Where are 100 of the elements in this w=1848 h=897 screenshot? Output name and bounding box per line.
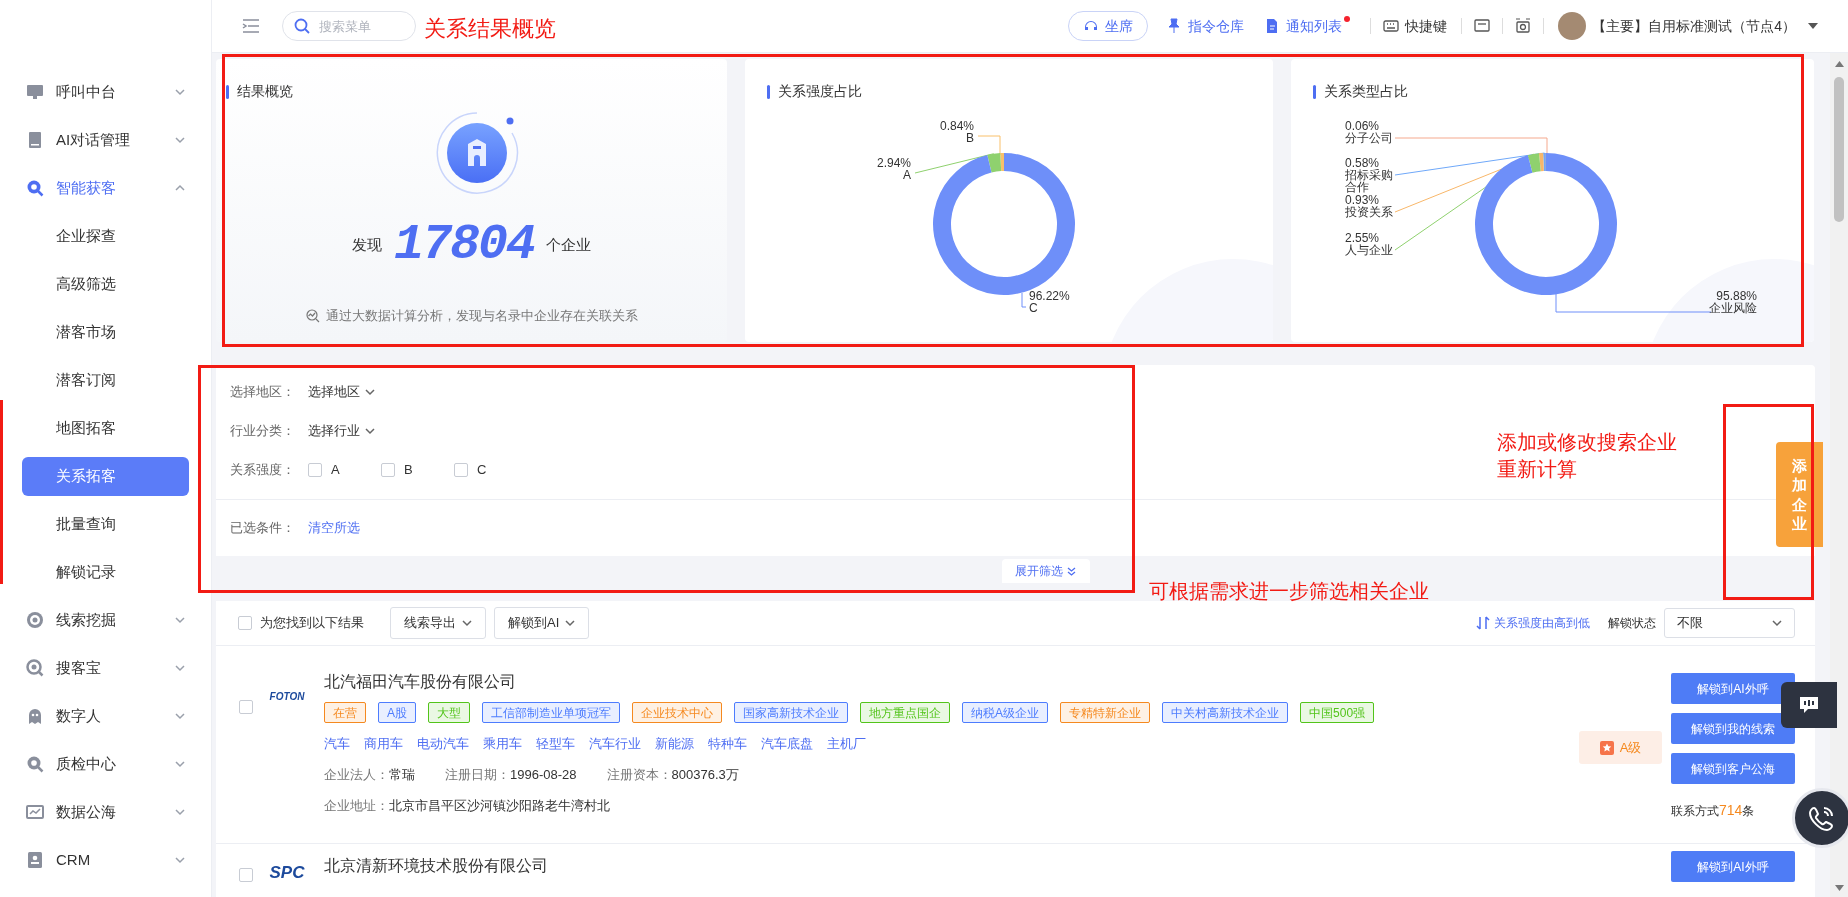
analysis-icon [305,308,320,323]
data-label: 0.84% [939,119,974,133]
sidebar-subitem[interactable]: 批量查询 [22,504,189,544]
chevron-icon [175,712,185,720]
checkbox-label[interactable]: B [404,460,428,480]
sort-button[interactable]: 关系强度由高到低 [1476,614,1590,632]
sidebar-subitem[interactable]: 潜客订阅 [22,360,189,400]
sidebar-item[interactable]: AI对话管理 [0,116,211,164]
caption: 通过大数据计算分析，发现与名录中企业存在关联关系 [325,307,638,325]
search-field[interactable]: 搜索菜单 [282,11,416,41]
sidebar-item[interactable]: 数据公海 [0,788,211,836]
keyword-link[interactable]: 商用车 [364,734,403,754]
sidebar-subitem[interactable]: 企业探查 [22,216,189,256]
scroll-up-icon[interactable] [1834,61,1844,67]
checkbox[interactable] [239,700,253,714]
checkbox[interactable] [454,463,468,477]
tag: 专精特新企业 [1060,702,1151,723]
message-icon [1799,696,1819,714]
filter-label: 选择地区： [230,383,296,402]
sidebar-subitem[interactable]: 潜客市场 [22,312,189,352]
chat-button[interactable] [1781,682,1837,728]
dropdown-button[interactable]: 线索导出 [390,607,486,639]
keyword-link[interactable]: 电动汽车 [417,734,469,754]
sidebar-item[interactable]: 数字人 [0,692,211,740]
checkbox[interactable] [381,463,395,477]
keyword-link[interactable]: 汽车行业 [589,734,641,754]
data-label: 2.55% [1345,231,1380,245]
chevron-icon [462,619,472,627]
double-chevron-icon [1067,566,1076,576]
sidebar-item[interactable]: CRM [0,836,211,884]
avatar[interactable] [1558,12,1587,40]
sidebar-item[interactable]: 线索挖掘 [0,596,211,644]
user-name[interactable]: 【主要】自用标准测试（节点4） [1592,15,1796,37]
filter-label: 解锁状态 [1608,615,1656,632]
keyword-link[interactable]: 主机厂 [827,734,866,754]
filter-label: 关系强度： [230,461,296,480]
sidebar-subitem[interactable]: 高级筛选 [22,264,189,304]
unlock-button[interactable]: 解锁到我的线索 [1671,713,1795,744]
keyword-link[interactable]: 汽车底盘 [761,734,813,754]
checkbox-label[interactable]: A [331,460,355,480]
sidebar-item[interactable]: 呼叫中台 [0,68,211,116]
checkbox[interactable] [308,463,322,477]
camera-icon [1515,18,1532,34]
keyword-link[interactable]: 乘用车 [483,734,522,754]
sort-icon [1476,616,1490,630]
toolbar-button[interactable]: 快捷键 [1383,13,1448,39]
category-label: A [903,168,911,182]
field-value: 1996-08-28 [510,765,577,784]
keyword-link[interactable]: 特种车 [708,734,747,754]
toolbar-button[interactable]: 通知列表 [1264,13,1351,39]
dropdown-button[interactable]: 解锁到AI [494,607,590,639]
field-value: 800376.3万 [671,765,739,784]
data-label: 0.06% [1345,119,1380,133]
checkbox[interactable] [239,868,253,882]
phone-icon [1808,804,1836,832]
company-name[interactable]: 北京清新环境技术股份有限公司 [324,854,1671,876]
monitor-icon [26,83,44,101]
tag: 企业技术中心 [632,702,722,723]
region-dropdown[interactable]: 选择行业 [308,421,375,441]
search-icon [26,755,44,773]
search-icon [26,179,44,197]
unlock-button[interactable]: 解锁到AI外呼 [1671,673,1795,704]
unlock-button[interactable]: 解锁到客户公海 [1671,753,1795,784]
checkbox[interactable] [238,616,252,630]
tag: 纳税A级企业 [962,702,1049,723]
category-label: B [966,131,974,145]
expand-filter-button[interactable]: 展开筛选 [1001,559,1090,583]
chevron-icon [365,427,375,435]
sidebar-subitem[interactable]: 关系拓客 [22,456,189,496]
card-title: 关系强度占比 [778,82,862,101]
region-dropdown[interactable]: 选择地区 [308,382,375,402]
checkbox-label[interactable]: C [477,460,501,480]
keyword-link[interactable]: 新能源 [655,734,694,754]
sidebar-item[interactable]: 质检中心 [0,740,211,788]
category-label: 分子公司 [1345,131,1393,145]
keyboard-icon [1383,18,1400,34]
keyword-link[interactable]: 汽车 [324,734,350,754]
chevron-icon [365,388,375,396]
select-all-label[interactable]: 为您找到以下结果 [260,613,364,633]
tag: A股 [378,702,416,723]
scrollbar-thumb[interactable] [1834,77,1844,222]
sidebar-subitem[interactable]: 解锁记录 [22,552,189,592]
grade-badge: A级 [1579,731,1662,764]
sidebar-item[interactable]: 搜客宝 [0,644,211,692]
company-name[interactable]: 北汽福田汽车股份有限公司 [324,670,1579,692]
keyword-link[interactable]: 轻型车 [536,734,575,754]
clear-link[interactable]: 清空所选 [308,518,360,538]
company-logo: SPC [268,864,306,881]
toolbar-button[interactable]: 指令仓库 [1166,13,1245,39]
robot-icon [26,707,44,725]
unlock-button[interactable]: 解锁到AI外呼 [1671,851,1795,882]
scroll-down-icon[interactable] [1834,885,1844,891]
label: 发现 [352,234,382,255]
sidebar-item[interactable]: 智能获客 [0,164,211,212]
leader-line [1021,292,1027,308]
chevron-icon [175,184,185,192]
sidebar-subitem[interactable]: 地图拓客 [22,408,189,448]
chevron-icon [175,808,185,816]
chart-icon [26,803,44,821]
status-select[interactable]: 不限 [1664,608,1795,638]
